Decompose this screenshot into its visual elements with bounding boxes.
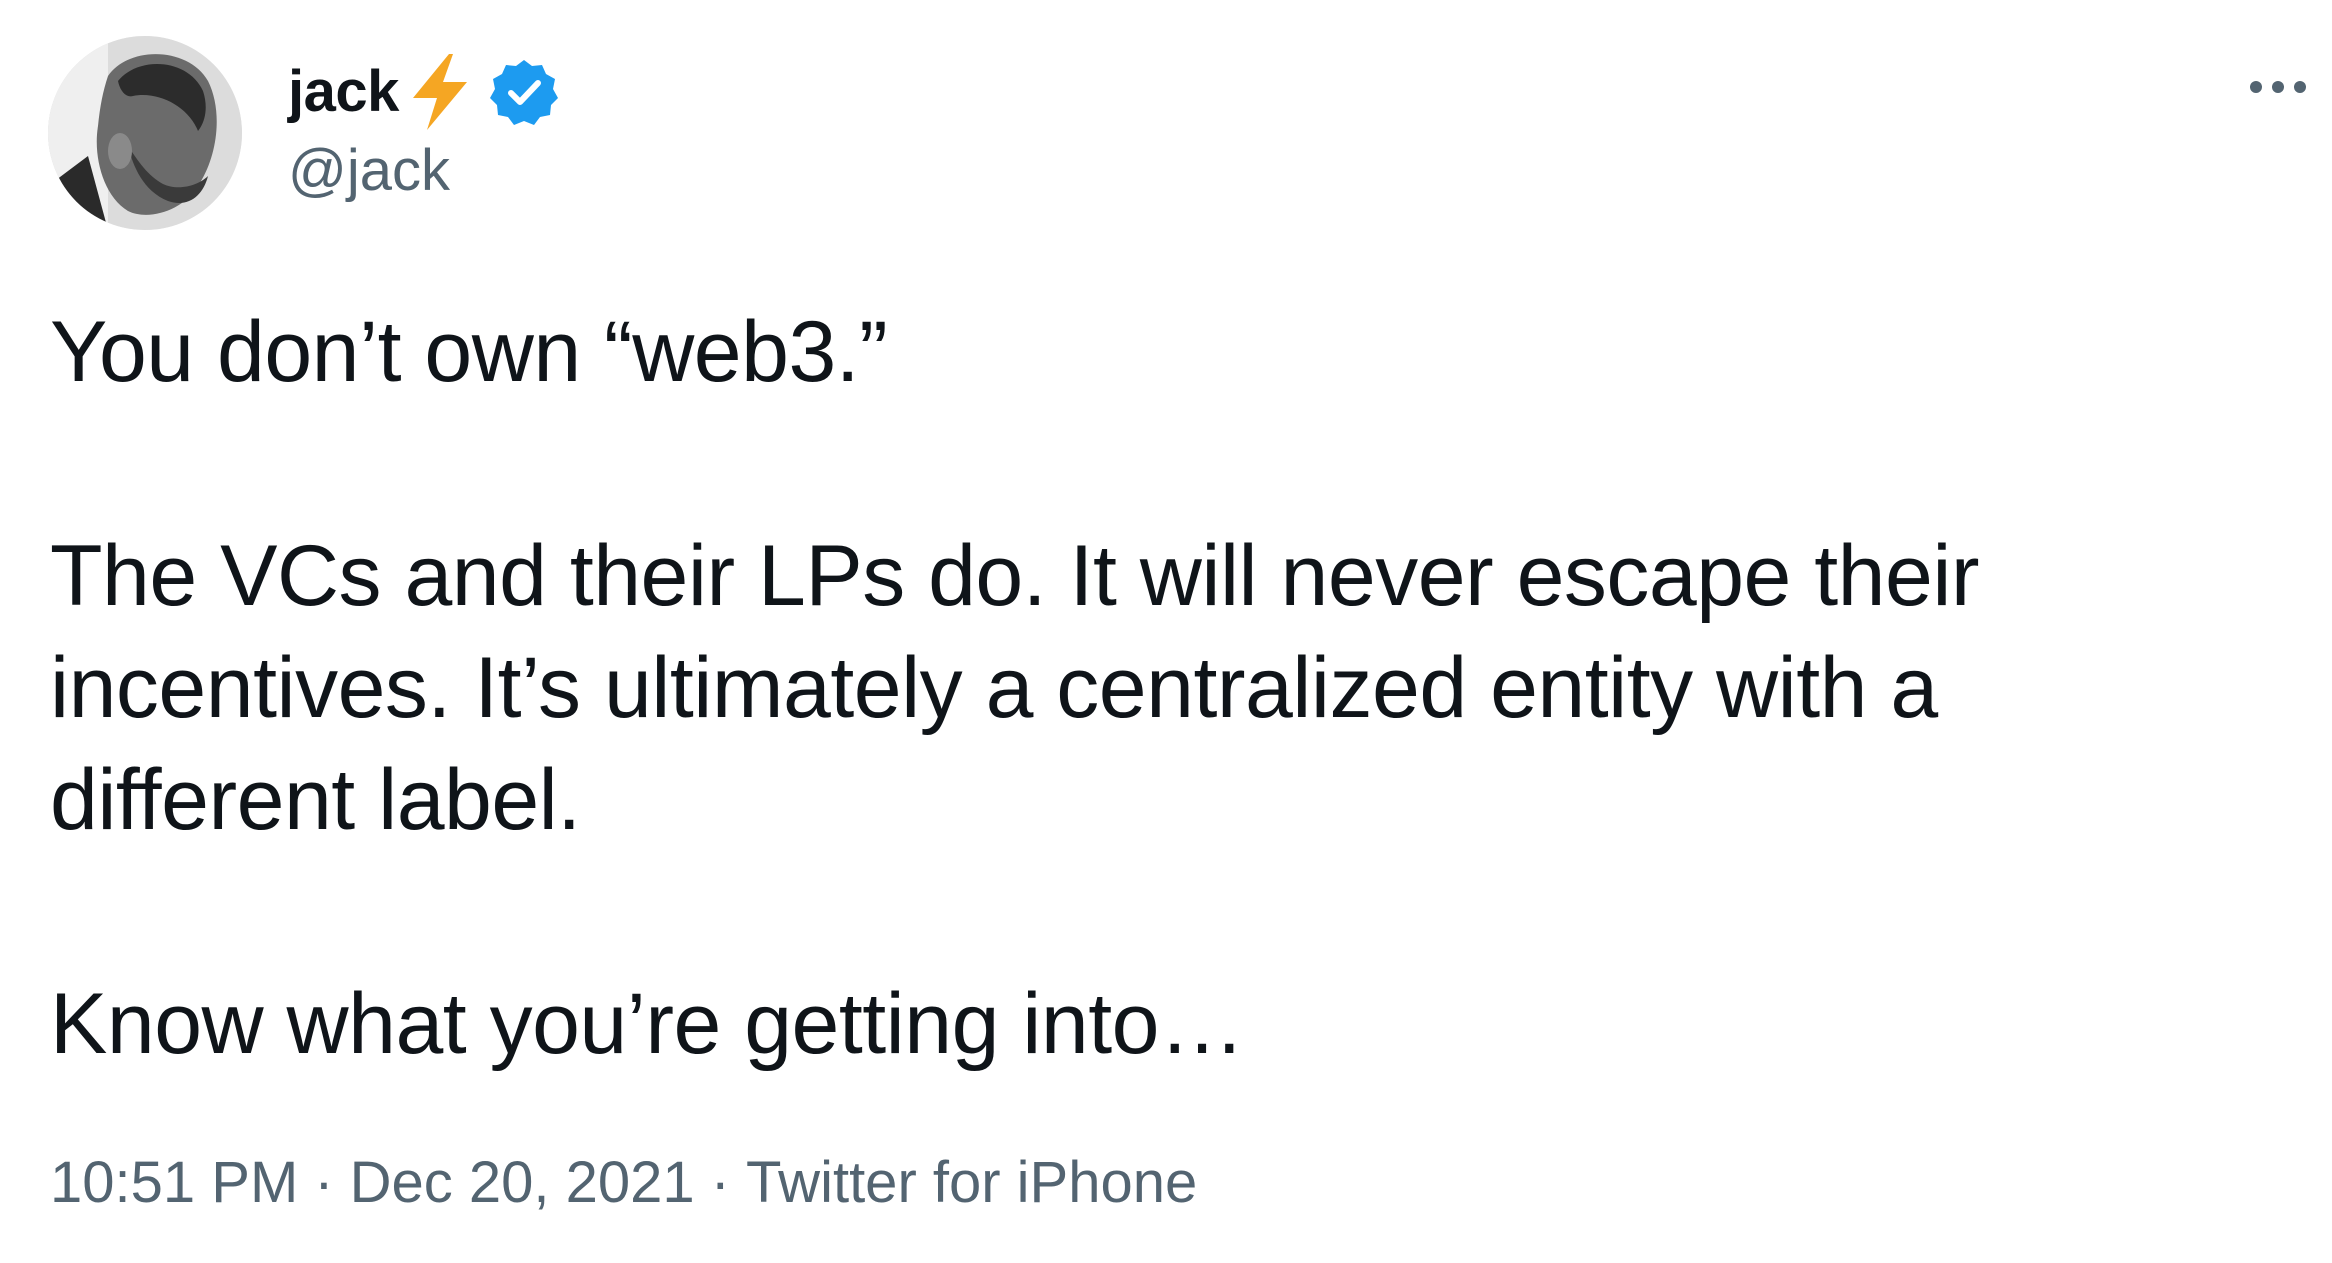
author-handle[interactable]: @jack (288, 136, 450, 206)
more-options-icon-dot (2294, 81, 2306, 93)
tweet-paragraph: You don’t own “web3.” (50, 304, 888, 400)
tweet-card: jack @jack You don’t own “web3.” The VCs… (0, 0, 2332, 1263)
tweet-paragraph: The VCs and their LPs do. It will never … (50, 528, 1980, 848)
author-name-row[interactable]: jack (288, 52, 559, 132)
tweet-text: You don’t own “web3.” The VCs and their … (50, 296, 2250, 1080)
tweet-source[interactable]: Twitter for iPhone (746, 1150, 1197, 1215)
avatar-photo (48, 36, 242, 230)
tweet-time[interactable]: 10:51 PM (50, 1150, 298, 1215)
lightning-bolt-icon (405, 52, 475, 132)
avatar[interactable] (48, 36, 242, 230)
tweet-date[interactable]: Dec 20, 2021 (350, 1150, 695, 1215)
separator: · (710, 1150, 730, 1215)
more-options-button[interactable] (2236, 62, 2320, 112)
verified-badge-icon (489, 57, 559, 127)
more-options-icon (2250, 81, 2262, 93)
separator: · (314, 1150, 334, 1215)
author-display-name[interactable]: jack (288, 63, 399, 121)
tweet-paragraph: Know what you’re getting into… (50, 976, 1245, 1072)
tweet-metadata: 10:51 PM · Dec 20, 2021 · Twitter for iPhone (50, 1148, 1197, 1218)
more-options-icon-dot (2272, 81, 2284, 93)
